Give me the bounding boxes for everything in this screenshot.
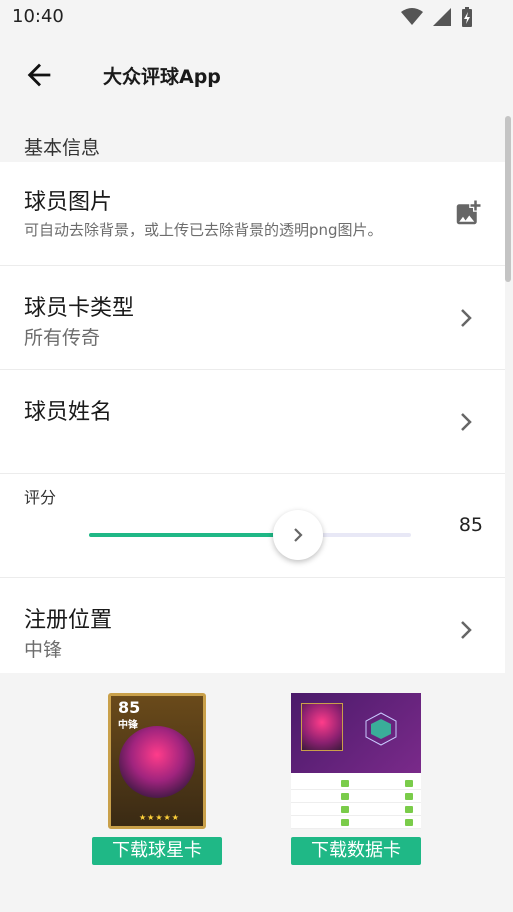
back-button[interactable]	[22, 58, 56, 92]
card-type-title: 球员卡类型	[24, 296, 135, 321]
card-previews: 85 中锋 ★★★★★ 下载球星卡 下载数据卡	[0, 673, 513, 912]
player-image-row[interactable]: 球员图片 可自动去除背景，或上传已去除背景的透明png图片。	[0, 162, 505, 266]
player-image-description: 可自动去除背景，或上传已去除背景的透明png图片。	[24, 221, 383, 239]
player-image-title: 球员图片	[24, 190, 113, 215]
section-title: 基本信息	[24, 137, 101, 159]
chevron-right-icon	[461, 621, 472, 639]
player-name-title: 球员姓名	[24, 400, 113, 425]
rating-slider-fill	[89, 533, 299, 537]
data-card-header	[291, 693, 421, 773]
player-card-position: 中锋	[118, 720, 138, 731]
position-row[interactable]: 注册位置 中锋	[0, 578, 505, 674]
rating-value: 85	[458, 514, 483, 536]
app-title: 大众评球App	[103, 66, 221, 88]
rating-label: 评分	[24, 488, 57, 507]
status-bar: 10:40	[0, 0, 513, 34]
battery-icon	[462, 7, 472, 27]
player-name-row[interactable]: 球员姓名	[0, 370, 505, 474]
wifi-icon	[401, 8, 423, 25]
data-card-stats	[291, 777, 421, 829]
status-time: 10:40	[12, 6, 64, 27]
player-card-image	[119, 726, 195, 798]
player-card-stars: ★★★★★	[139, 813, 180, 822]
add-photo-icon[interactable]	[453, 198, 483, 228]
signal-icon	[433, 8, 451, 26]
radar-chart-icon	[365, 712, 397, 746]
data-card-preview	[291, 693, 421, 829]
card-type-value: 所有传奇	[24, 327, 101, 349]
data-card-stat-row	[291, 816, 421, 829]
rating-slider[interactable]	[89, 510, 411, 560]
arrow-back-icon	[27, 63, 51, 87]
chevron-right-icon	[294, 528, 303, 542]
download-player-card-button[interactable]: 下载球星卡	[92, 837, 222, 865]
status-icons	[401, 7, 473, 27]
data-card-photo	[301, 703, 343, 751]
app-bar: 大众评球App	[0, 34, 513, 114]
data-card-stat-row	[291, 790, 421, 803]
data-card-stat-row	[291, 777, 421, 790]
rating-row: 评分 85	[0, 474, 505, 578]
position-title: 注册位置	[24, 608, 113, 633]
player-card-preview: 85 中锋 ★★★★★	[108, 693, 206, 829]
position-value: 中锋	[24, 639, 63, 661]
settings-list: 球员图片 可自动去除背景，或上传已去除背景的透明png图片。 球员卡类型 所有传…	[0, 162, 505, 674]
chevron-right-icon	[461, 309, 472, 327]
rating-slider-thumb[interactable]	[273, 510, 324, 560]
player-card-rating: 85	[118, 698, 141, 717]
chevron-right-icon	[461, 413, 472, 431]
download-data-card-button[interactable]: 下载数据卡	[291, 837, 421, 865]
card-type-row[interactable]: 球员卡类型 所有传奇	[0, 266, 505, 370]
data-card-stat-row	[291, 803, 421, 816]
scrollbar[interactable]	[505, 116, 511, 282]
